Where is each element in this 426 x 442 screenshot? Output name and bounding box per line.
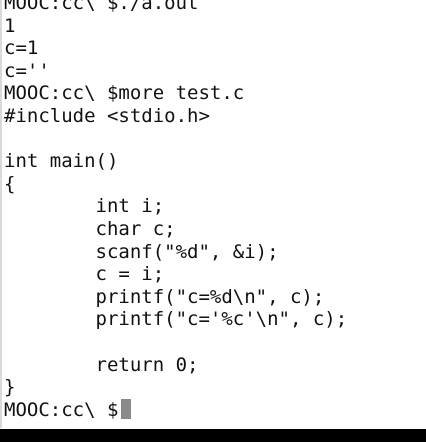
terminal-line: char c;	[4, 218, 422, 241]
terminal-line-text: 1	[4, 14, 16, 37]
terminal-line-text: c=1	[4, 37, 39, 60]
terminal-line: c = i;	[4, 263, 422, 286]
terminal-line: c=''	[4, 60, 422, 83]
terminal-line-text: MOOC:cc\ $more test.c	[4, 82, 245, 105]
terminal-output[interactable]: MOOC:cc\ $./a.out 1 c=1 c='' MOOC:cc\ $m…	[4, 0, 422, 422]
terminal-line: 1	[4, 15, 422, 38]
terminal-line: }	[4, 376, 422, 399]
terminal-line-text: {	[4, 172, 16, 195]
terminal-line: scanf("%d", &i);	[4, 241, 422, 264]
terminal-line: {	[4, 173, 422, 196]
terminal-line-text: int i;	[4, 195, 165, 218]
terminal-line: printf("c=%d\n", c);	[4, 286, 422, 309]
terminal-line-text: }	[4, 376, 16, 399]
terminal-line-text: c = i;	[4, 263, 165, 286]
window-left-edge	[0, 0, 2, 428]
terminal-line-text: printf("c=%d\n", c);	[4, 285, 325, 308]
terminal-line: return 0;	[4, 354, 422, 377]
terminal-line-text: int main()	[4, 150, 119, 173]
terminal-line-text: printf("c='%c'\n", c);	[4, 308, 348, 331]
terminal-prompt-line[interactable]: MOOC:cc\ $	[4, 398, 422, 422]
terminal-line: MOOC:cc\ $more test.c	[4, 82, 422, 105]
terminal-line: MOOC:cc\ $./a.out	[4, 0, 422, 15]
terminal-line-text: char c;	[4, 217, 176, 240]
terminal-line-text: MOOC:cc\ $./a.out	[4, 0, 199, 14]
text-cursor	[121, 398, 132, 419]
terminal-window: MOOC:cc\ $./a.out 1 c=1 c='' MOOC:cc\ $m…	[0, 0, 426, 442]
terminal-line: printf("c='%c'\n", c);	[4, 308, 422, 331]
terminal-line-text: return 0;	[4, 353, 199, 376]
terminal-line: int main()	[4, 150, 422, 173]
terminal-line-text: c=''	[4, 59, 50, 82]
terminal-line-text: #include <stdio.h>	[4, 104, 210, 127]
terminal-line-text: scanf("%d", &i);	[4, 240, 279, 263]
terminal-prompt: MOOC:cc\ $	[4, 398, 119, 421]
terminal-line: #include <stdio.h>	[4, 105, 422, 128]
bottom-bar	[0, 429, 426, 442]
terminal-line: int i;	[4, 195, 422, 218]
terminal-line: c=1	[4, 37, 422, 60]
